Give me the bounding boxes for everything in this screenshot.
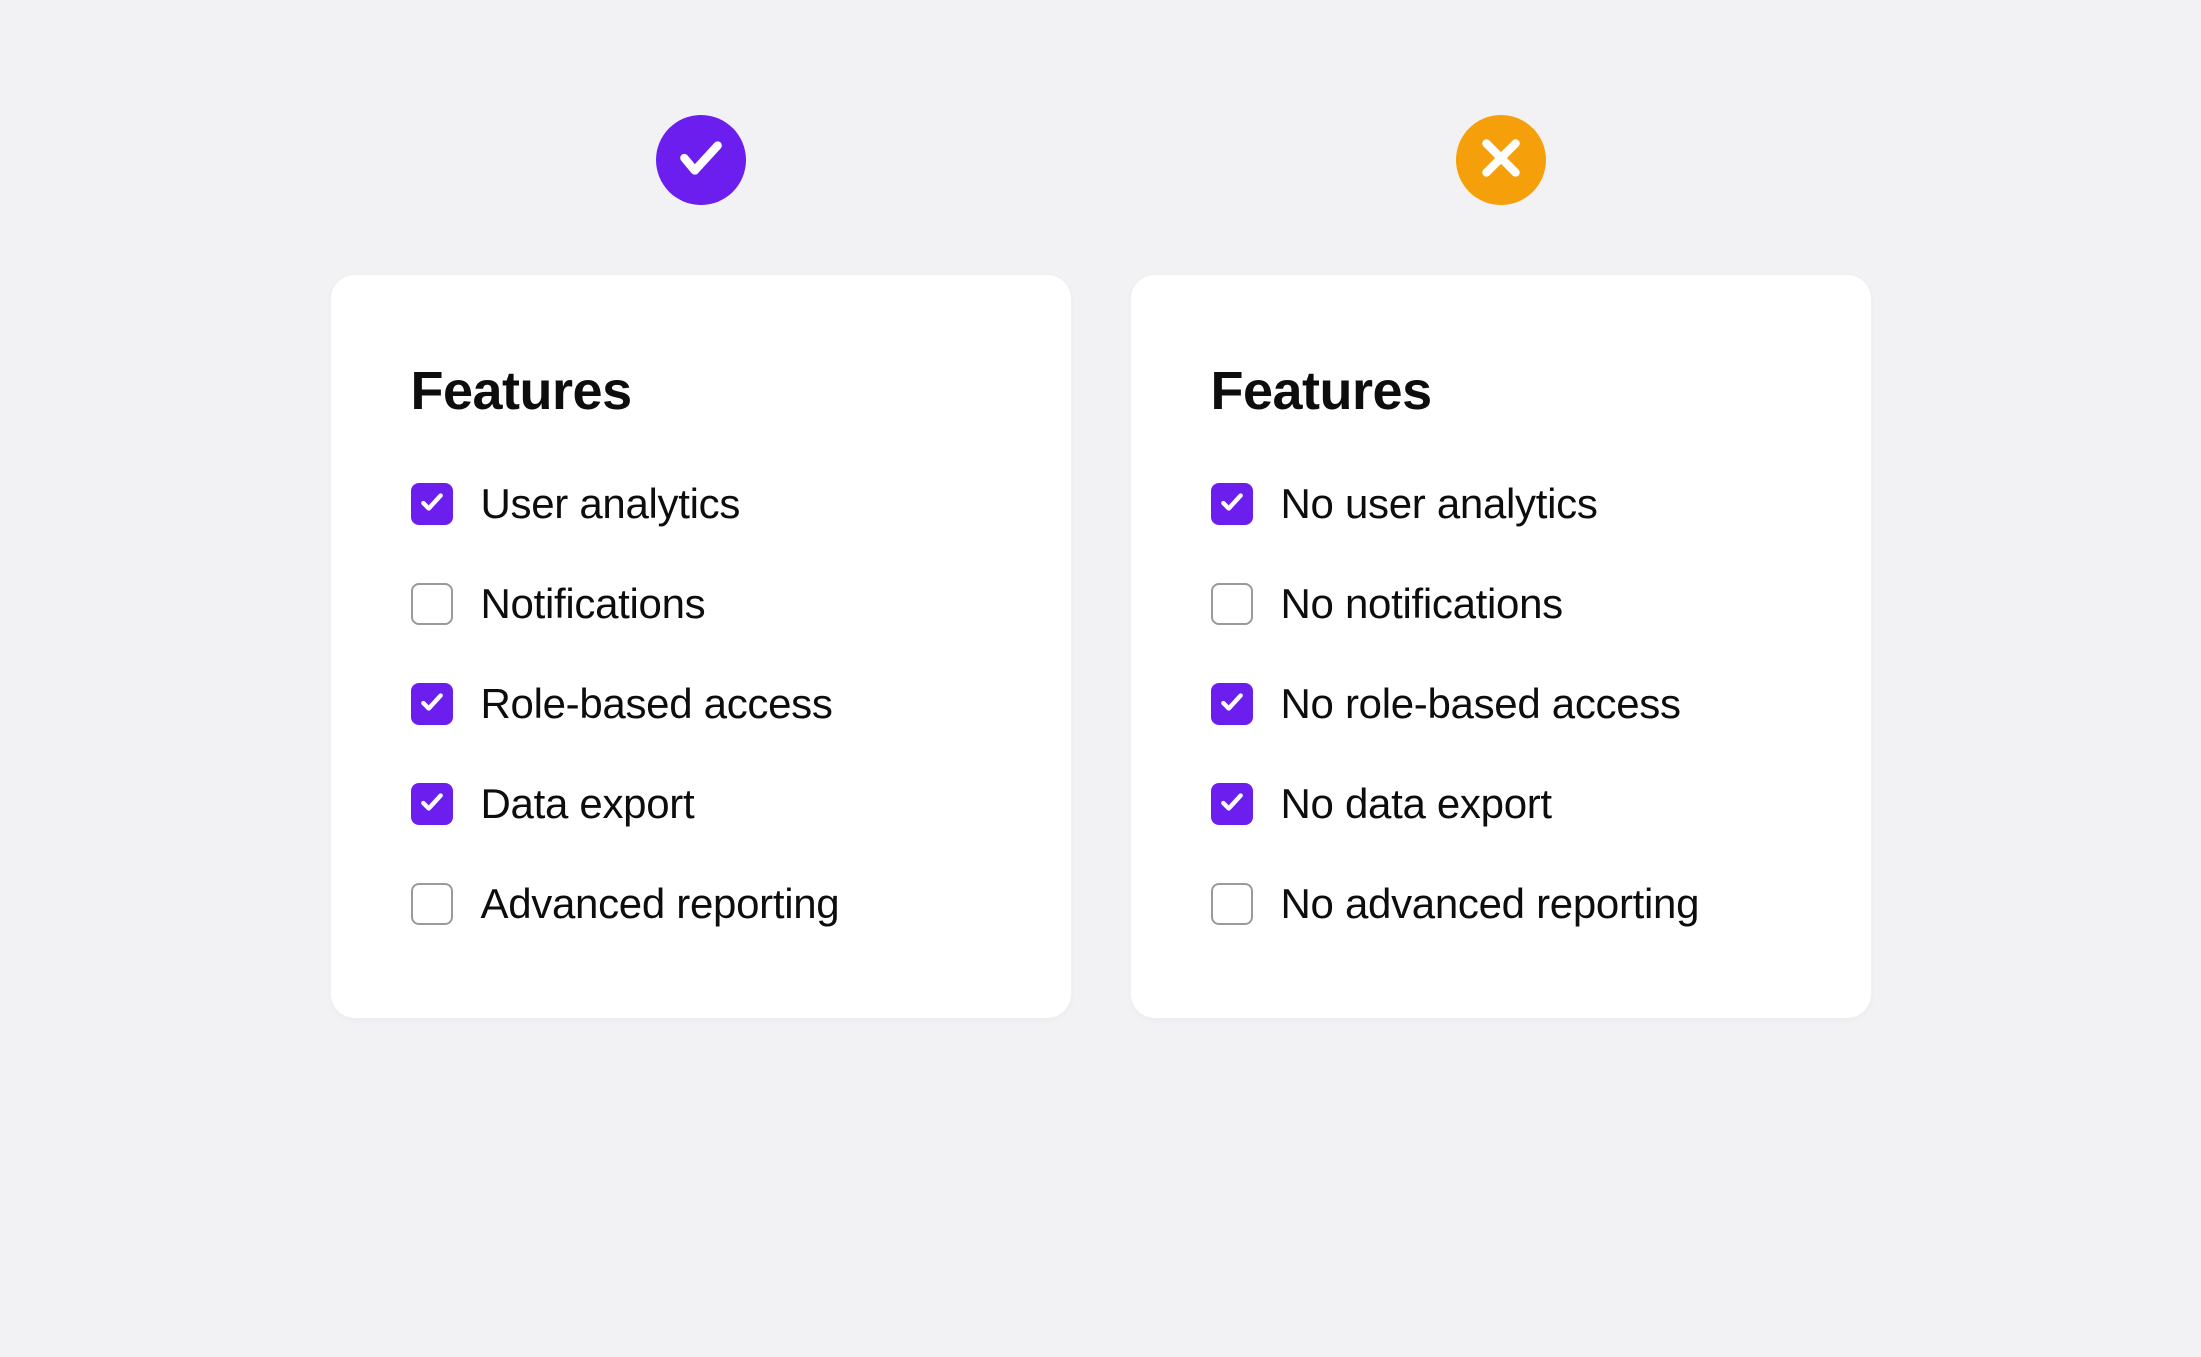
feature-checkbox[interactable] bbox=[411, 483, 453, 525]
feature-item: Notifications bbox=[411, 580, 991, 628]
bad-badge bbox=[1456, 115, 1546, 205]
good-card-title: Features bbox=[411, 360, 991, 422]
feature-label: Data export bbox=[481, 780, 695, 828]
good-card: Features User analytics Notifications Role… bbox=[331, 275, 1071, 1018]
bad-card: Features No user analytics No notificatio… bbox=[1131, 275, 1871, 1018]
feature-label: No advanced reporting bbox=[1281, 880, 1700, 928]
feature-checkbox[interactable] bbox=[411, 683, 453, 725]
check-icon bbox=[419, 689, 445, 720]
feature-label: No data export bbox=[1281, 780, 1552, 828]
feature-checkbox[interactable] bbox=[1211, 883, 1253, 925]
bad-feature-list: No user analytics No notifications No role… bbox=[1211, 480, 1791, 928]
bad-column: Features No user analytics No notificatio… bbox=[1131, 115, 1871, 1018]
feature-checkbox[interactable] bbox=[1211, 683, 1253, 725]
feature-item: No role-based access bbox=[1211, 680, 1791, 728]
feature-item: No user analytics bbox=[1211, 480, 1791, 528]
feature-item: No advanced reporting bbox=[1211, 880, 1791, 928]
feature-checkbox[interactable] bbox=[411, 883, 453, 925]
feature-label: Role-based access bbox=[481, 680, 833, 728]
feature-checkbox[interactable] bbox=[1211, 783, 1253, 825]
feature-checkbox[interactable] bbox=[411, 583, 453, 625]
feature-label: Advanced reporting bbox=[481, 880, 840, 928]
good-feature-list: User analytics Notifications Role-based ac… bbox=[411, 480, 991, 928]
feature-checkbox[interactable] bbox=[1211, 483, 1253, 525]
check-icon bbox=[419, 789, 445, 820]
feature-label: Notifications bbox=[481, 580, 706, 628]
feature-checkbox[interactable] bbox=[411, 783, 453, 825]
good-column: Features User analytics Notifications Role… bbox=[331, 115, 1071, 1018]
comparison-container: Features User analytics Notifications Role… bbox=[331, 115, 1871, 1018]
feature-item: Advanced reporting bbox=[411, 880, 991, 928]
cross-icon bbox=[1476, 133, 1526, 188]
feature-label: No user analytics bbox=[1281, 480, 1598, 528]
feature-checkbox[interactable] bbox=[1211, 583, 1253, 625]
check-icon bbox=[1219, 689, 1245, 720]
check-icon bbox=[676, 133, 726, 188]
check-icon bbox=[1219, 789, 1245, 820]
feature-label: No role-based access bbox=[1281, 680, 1681, 728]
feature-label: No notifications bbox=[1281, 580, 1563, 628]
good-badge bbox=[656, 115, 746, 205]
feature-item: Data export bbox=[411, 780, 991, 828]
check-icon bbox=[419, 489, 445, 520]
feature-item: User analytics bbox=[411, 480, 991, 528]
feature-item: No data export bbox=[1211, 780, 1791, 828]
check-icon bbox=[1219, 489, 1245, 520]
feature-label: User analytics bbox=[481, 480, 741, 528]
feature-item: No notifications bbox=[1211, 580, 1791, 628]
bad-card-title: Features bbox=[1211, 360, 1791, 422]
feature-item: Role-based access bbox=[411, 680, 991, 728]
